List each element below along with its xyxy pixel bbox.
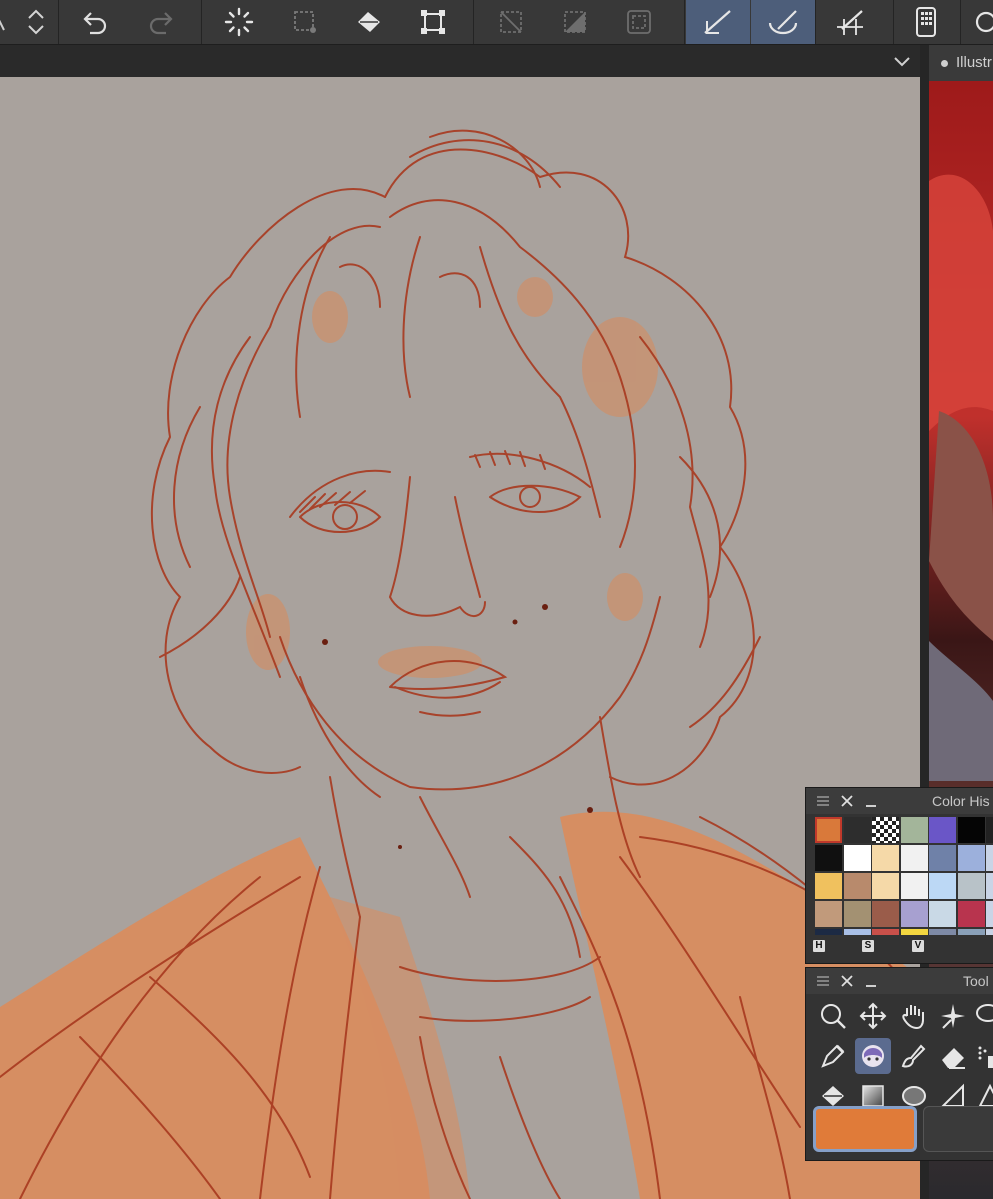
sub-color-swatch[interactable]	[923, 1106, 993, 1152]
color-swatch[interactable]	[986, 873, 993, 899]
color-swatch[interactable]	[929, 817, 956, 843]
eraser-icon[interactable]	[935, 1038, 971, 1074]
toolbar-divider	[201, 0, 202, 44]
color-swatch[interactable]	[872, 929, 899, 935]
brush-icon[interactable]	[895, 1038, 931, 1074]
reference-tab[interactable]: Illustr	[929, 45, 993, 81]
color-swatch[interactable]	[815, 817, 842, 843]
value-tag[interactable]: V	[912, 940, 924, 952]
color-history-title: Color His	[932, 793, 990, 809]
color-swatch[interactable]	[815, 873, 842, 899]
color-swatch[interactable]	[986, 901, 993, 927]
canvas-tab-strip	[0, 45, 920, 77]
paint-bucket-icon[interactable]	[345, 0, 393, 44]
selection-frame-icon[interactable]	[615, 0, 663, 44]
toolbar-divider	[893, 0, 894, 44]
color-swatch[interactable]	[843, 873, 871, 899]
color-swatch[interactable]	[986, 817, 993, 843]
chevron-down-icon[interactable]	[892, 51, 912, 76]
drawing-canvas[interactable]	[0, 77, 920, 1199]
close-icon[interactable]	[840, 794, 854, 813]
curve-ruler-icon[interactable]	[751, 0, 815, 44]
avatar-brush-icon[interactable]	[855, 1038, 891, 1074]
color-swatch[interactable]	[815, 929, 842, 935]
color-swatch[interactable]	[957, 817, 985, 843]
color-swatch[interactable]	[843, 929, 871, 935]
toolbar-divider	[473, 0, 474, 44]
pen-icon[interactable]	[815, 1038, 851, 1074]
lasso-icon[interactable]	[970, 998, 993, 1034]
color-swatch[interactable]	[957, 845, 985, 871]
color-swatch[interactable]	[900, 901, 928, 927]
hand-icon[interactable]	[895, 998, 931, 1034]
redo-icon[interactable]	[136, 0, 184, 44]
phone-icon[interactable]	[904, 0, 948, 44]
tool-palette-title: Tool	[963, 973, 989, 989]
color-swatch[interactable]	[872, 873, 899, 899]
palette-menu-icon[interactable]	[816, 794, 830, 813]
color-swatch[interactable]	[900, 873, 928, 899]
magnifier-icon[interactable]	[815, 998, 851, 1034]
minimize-icon[interactable]	[864, 794, 878, 813]
reference-tab-label: Illustr	[956, 54, 992, 71]
move-icon[interactable]	[855, 998, 891, 1034]
color-swatch[interactable]	[929, 929, 956, 935]
main-color-swatch[interactable]	[813, 1106, 917, 1152]
spray-icon[interactable]	[970, 1038, 993, 1074]
color-swatch[interactable]	[872, 901, 899, 927]
color-swatch[interactable]	[843, 845, 871, 871]
saturation-tag[interactable]: S	[862, 940, 874, 952]
color-swatch[interactable]	[986, 929, 993, 935]
color-swatch[interactable]	[843, 901, 871, 927]
undo-icon[interactable]	[72, 0, 120, 44]
partial-tool-icon[interactable]	[0, 0, 8, 44]
color-swatch[interactable]	[815, 845, 842, 871]
hue-tag[interactable]: H	[813, 940, 825, 952]
toolbar-divider	[684, 0, 685, 44]
toolbar-divider	[58, 0, 59, 44]
spinner-icon[interactable]	[215, 0, 263, 44]
color-swatch[interactable]	[957, 929, 985, 935]
ruler-snap-icon[interactable]	[686, 0, 750, 44]
color-swatch[interactable]	[900, 845, 928, 871]
close-icon[interactable]	[840, 974, 854, 993]
minimize-icon[interactable]	[864, 974, 878, 993]
grid-snap-icon[interactable]	[822, 0, 878, 44]
clear-selection-icon[interactable]	[487, 0, 535, 44]
palette-menu-icon[interactable]	[816, 974, 830, 993]
color-swatch[interactable]	[929, 845, 956, 871]
color-swatch[interactable]	[986, 845, 993, 871]
dashed-select-icon[interactable]	[281, 0, 329, 44]
auto-select-icon[interactable]	[935, 998, 971, 1034]
invert-selection-icon[interactable]	[551, 0, 599, 44]
color-swatch[interactable]	[872, 817, 899, 843]
chevron-up-down-icon[interactable]	[16, 0, 56, 44]
color-swatch[interactable]	[957, 873, 985, 899]
color-swatch[interactable]	[843, 817, 871, 843]
tab-dot-icon	[941, 59, 948, 67]
color-swatch[interactable]	[929, 901, 956, 927]
sketch-artwork	[0, 129, 920, 1199]
toolbar-divider	[960, 0, 961, 44]
top-toolbar	[0, 0, 993, 45]
color-swatch[interactable]	[929, 873, 956, 899]
toolbar-divider	[815, 0, 816, 44]
color-swatch[interactable]	[957, 901, 985, 927]
transform-icon[interactable]	[409, 0, 457, 44]
color-swatch[interactable]	[900, 817, 928, 843]
color-swatch[interactable]	[815, 901, 842, 927]
color-swatch[interactable]	[872, 845, 899, 871]
color-swatch[interactable]	[900, 929, 928, 935]
partial-search-icon[interactable]	[968, 0, 993, 44]
